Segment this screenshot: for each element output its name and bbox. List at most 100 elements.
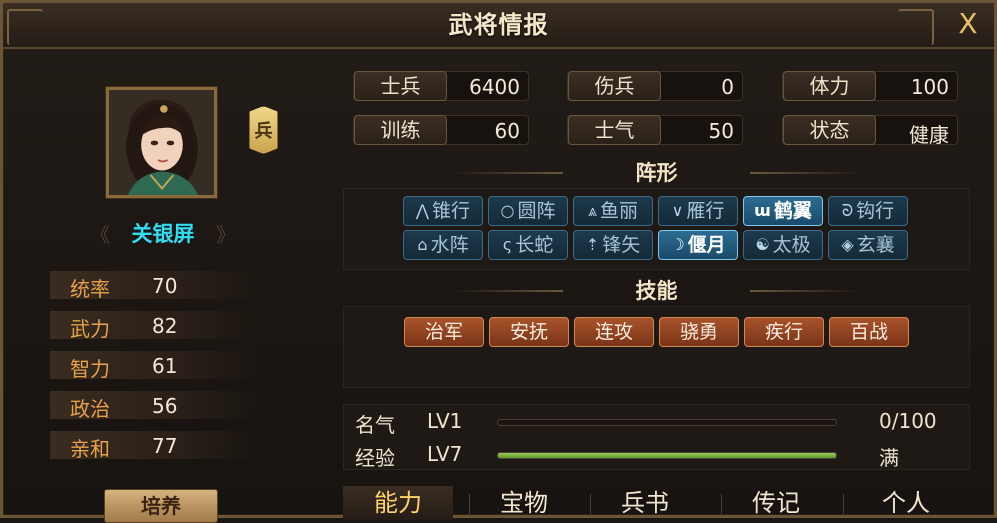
portrait-image <box>109 90 214 195</box>
header-wing-right <box>750 290 860 292</box>
tab-treasure[interactable]: 宝物 <box>469 486 579 520</box>
skills-header: 技能 <box>343 276 970 306</box>
formation-label: 水阵 <box>430 234 469 256</box>
formation-label: 偃月 <box>687 234 726 256</box>
arrow-up-icon: ⋀ <box>415 201 430 220</box>
stat-value: 70 <box>152 274 178 298</box>
formation-item-changshe[interactable]: ς 长蛇 <box>488 230 568 260</box>
fame-row: 名气 LV1 0/100 <box>343 406 970 438</box>
header-wing-left <box>453 172 563 174</box>
formation-item-zhuixing[interactable]: ⋀ 锥行 <box>403 196 483 226</box>
formation-item-shuizhen[interactable]: ⌂ 水阵 <box>403 230 483 260</box>
skill-item[interactable]: 百战 <box>829 317 909 347</box>
general-portrait[interactable] <box>106 87 217 198</box>
formation-title: 阵形 <box>635 161 678 185</box>
formation-label: 圆阵 <box>517 200 556 222</box>
fame-level: LV1 <box>427 409 463 433</box>
tab-bar: 能力 宝物 兵书 传记 个人 <box>343 486 993 520</box>
skill-item[interactable]: 骁勇 <box>659 317 739 347</box>
formation-header: 阵形 <box>343 158 970 188</box>
info-value: 健康 <box>909 123 949 147</box>
close-button[interactable]: X <box>953 8 983 40</box>
info-value: 60 <box>494 119 520 143</box>
stat-value: 56 <box>152 394 178 418</box>
exp-label: 经验 <box>355 446 395 470</box>
info-soldiers: 士兵 6400 <box>353 71 529 101</box>
stat-label: 统率 <box>70 277 110 301</box>
formation-label: 长蛇 <box>515 234 554 256</box>
info-wounded: 伤兵 0 <box>567 71 743 101</box>
hook-icon: ᘐ <box>841 201 854 220</box>
info-value: 50 <box>708 119 734 143</box>
tab-ability[interactable]: 能力 <box>343 486 453 520</box>
formation-item-yuanzhen[interactable]: ○ 圆阵 <box>488 196 568 226</box>
info-value: 6400 <box>469 75 520 99</box>
formation-label: 雁行 <box>686 200 725 222</box>
tab-military-book[interactable]: 兵书 <box>590 486 700 520</box>
skill-item[interactable]: 治军 <box>404 317 484 347</box>
skill-item[interactable]: 连攻 <box>574 317 654 347</box>
info-label: 伤兵 <box>568 71 661 101</box>
snake-icon: ς <box>502 235 513 254</box>
stat-row-intelligence: 智力 61 <box>50 351 260 381</box>
circle-icon: ○ <box>500 201 515 220</box>
skills-title: 技能 <box>635 279 678 303</box>
water-icon: ⌂ <box>417 235 428 254</box>
v-shape-icon: ∨ <box>671 201 684 220</box>
formation-label: 鱼丽 <box>600 200 639 222</box>
formation-item-gouxing[interactable]: ᘐ 钩行 <box>828 196 908 226</box>
arrowhead-icon: ⇡ <box>585 235 600 254</box>
exp-row: 经验 LV7 满 <box>343 439 970 471</box>
stat-label: 政治 <box>70 397 110 421</box>
info-label: 体力 <box>783 71 876 101</box>
info-value: 100 <box>910 75 949 99</box>
attribute-list: 统率 70 武力 82 智力 61 政治 56 亲和 77 <box>50 271 260 471</box>
window-title: 武将情报 <box>448 11 549 39</box>
stat-value: 77 <box>152 434 178 458</box>
general-name: 关银屏 <box>131 222 195 246</box>
exp-bar <box>497 452 837 459</box>
stat-label: 智力 <box>70 357 110 381</box>
header-wing-right <box>750 172 860 174</box>
formation-item-yuli[interactable]: ⩓ 鱼丽 <box>573 196 653 226</box>
formation-label: 太极 <box>772 234 811 256</box>
name-deco-left-icon: 《 <box>90 223 110 247</box>
formation-label: 钩行 <box>856 200 895 222</box>
formation-label: 锥行 <box>432 200 471 222</box>
header-wing-left <box>453 290 563 292</box>
formation-label: 鹤翼 <box>773 200 812 222</box>
name-deco-right-icon: 》 <box>216 223 236 247</box>
troop-type-badge: 兵 <box>249 106 278 154</box>
stat-value: 82 <box>152 314 178 338</box>
formation-item-yanyue[interactable]: ☽ 偃月 <box>658 230 738 260</box>
stat-row-force: 武力 82 <box>50 311 260 341</box>
fame-value: 0/100 <box>879 409 937 433</box>
info-label: 士兵 <box>354 71 447 101</box>
formation-item-fengshi[interactable]: ⇡ 锋矢 <box>573 230 653 260</box>
exp-value: 满 <box>879 446 899 470</box>
tab-biography[interactable]: 传记 <box>721 486 831 520</box>
crescent-icon: ☽ <box>670 235 685 254</box>
exp-bar-fill <box>498 453 836 458</box>
wing-icon: ɯ <box>754 201 771 220</box>
formation-item-taiji[interactable]: ☯ 太极 <box>743 230 823 260</box>
fame-label: 名气 <box>355 413 395 437</box>
taiji-icon: ☯ <box>755 235 770 254</box>
info-morale: 士气 50 <box>567 115 743 145</box>
info-status: 状态 健康 <box>782 115 958 147</box>
info-stamina: 体力 100 <box>782 71 958 101</box>
diamond-icon: ◈ <box>841 235 854 254</box>
tab-personal[interactable]: 个人 <box>851 486 961 520</box>
formation-item-yanxing[interactable]: ∨ 雁行 <box>658 196 738 226</box>
stat-value: 61 <box>152 354 178 378</box>
formation-item-xuanxiang[interactable]: ◈ 玄襄 <box>828 230 908 260</box>
formation-item-heyi[interactable]: ɯ 鹤翼 <box>743 196 823 226</box>
exp-level: LV7 <box>427 442 463 466</box>
stat-label: 亲和 <box>70 437 110 461</box>
skill-item[interactable]: 安抚 <box>489 317 569 347</box>
info-label: 训练 <box>354 115 447 145</box>
skill-item[interactable]: 疾行 <box>744 317 824 347</box>
stat-label: 武力 <box>70 317 110 341</box>
fish-scale-icon: ⩓ <box>587 201 597 220</box>
info-value: 0 <box>721 75 734 99</box>
